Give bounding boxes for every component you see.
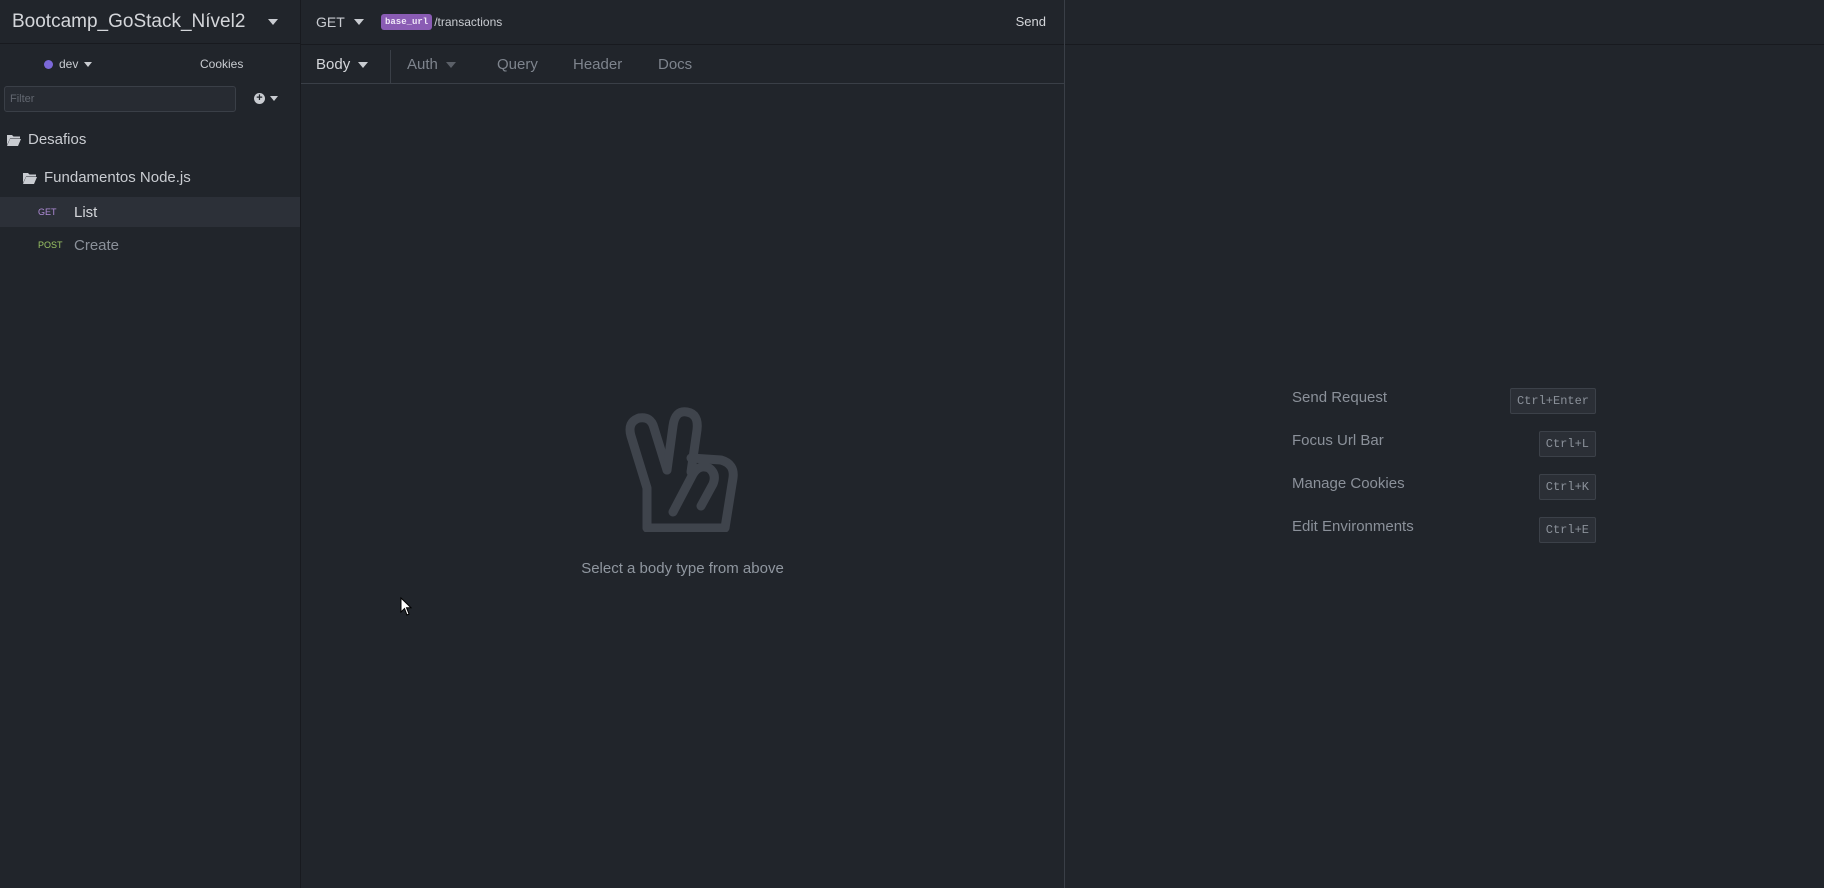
workspace-title: Bootcamp_GoStack_Nível2 xyxy=(12,10,246,32)
url-variable-tag[interactable]: base_url xyxy=(381,14,433,30)
tab-label: Body xyxy=(316,56,351,73)
plus-circle-icon: + xyxy=(254,93,265,104)
response-header xyxy=(1065,0,1824,45)
chevron-down-icon xyxy=(353,19,364,25)
folder-label: Fundamentos Node.js xyxy=(44,169,191,186)
shortcut-key-focus-url-bar: Ctrl+L xyxy=(1538,431,1596,457)
environment-selector[interactable]: dev xyxy=(44,57,93,71)
request-item-list[interactable]: GET List xyxy=(0,197,300,227)
send-button[interactable]: Send xyxy=(1016,14,1046,29)
workspace-dropdown[interactable]: Bootcamp_GoStack_Nível2 xyxy=(0,0,300,44)
shortcut-label-send-request: Send Request xyxy=(1292,389,1388,406)
request-item-create[interactable]: POST Create xyxy=(0,230,300,260)
folder-fundamentos-nodejs[interactable]: Fundamentos Node.js xyxy=(22,169,191,186)
cookies-button[interactable]: Cookies xyxy=(200,57,243,71)
chevron-down-icon xyxy=(84,61,93,67)
request-name: Create xyxy=(74,236,120,254)
add-item-button[interactable]: + xyxy=(254,93,278,104)
tab-label: Auth xyxy=(407,56,438,73)
environment-row: dev Cookies xyxy=(0,44,300,84)
shortcut-key-manage-cookies: Ctrl+K xyxy=(1538,474,1596,500)
filter-row: + xyxy=(0,84,300,118)
shortcut-label-focus-url-bar: Focus Url Bar xyxy=(1292,432,1384,449)
filter-input[interactable] xyxy=(4,86,236,112)
sidebar: Bootcamp_GoStack_Nível2 dev Cookies + De… xyxy=(0,0,301,888)
folder-open-icon xyxy=(7,134,21,146)
request-method-badge: POST xyxy=(38,240,63,250)
tab-header[interactable]: Header xyxy=(573,56,622,73)
response-pane xyxy=(1065,0,1824,888)
empty-state-message: Select a body type from above xyxy=(581,560,784,577)
shortcut-label-edit-environments: Edit Environments xyxy=(1292,518,1414,535)
request-name: List xyxy=(74,203,98,221)
folder-desafios[interactable]: Desafios xyxy=(6,131,86,148)
shortcut-label-manage-cookies: Manage Cookies xyxy=(1292,475,1405,492)
shortcut-key-send-request: Ctrl+Enter xyxy=(1509,388,1596,414)
tab-query[interactable]: Query xyxy=(497,56,538,73)
method-label: GET xyxy=(316,14,345,30)
url-path: /transactions xyxy=(434,15,503,29)
tab-auth[interactable]: Auth xyxy=(407,56,456,73)
tab-body[interactable]: Body xyxy=(316,56,369,73)
folder-label: Desafios xyxy=(28,131,87,148)
environment-name: dev xyxy=(59,57,79,71)
mouse-cursor-icon xyxy=(400,597,413,616)
tab-divider xyxy=(390,50,391,84)
chevron-down-icon xyxy=(445,61,456,68)
request-pane: GET base_url /transactions Send Body Aut… xyxy=(301,0,1065,888)
folder-open-icon xyxy=(23,172,37,184)
chevron-down-icon xyxy=(268,18,278,25)
peace-hand-icon xyxy=(625,407,738,532)
url-bar: GET base_url /transactions Send xyxy=(301,0,1064,45)
request-tabs: Body Auth Query Header Docs xyxy=(301,45,1064,84)
chevron-down-icon xyxy=(358,61,369,68)
tab-docs[interactable]: Docs xyxy=(658,56,692,73)
url-input[interactable]: base_url /transactions xyxy=(381,14,502,30)
environment-color-dot xyxy=(44,59,53,69)
request-method-badge: GET xyxy=(38,207,57,217)
shortcut-key-edit-environments: Ctrl+E xyxy=(1538,517,1596,543)
chevron-down-icon xyxy=(270,96,278,101)
method-dropdown[interactable]: GET xyxy=(316,14,364,30)
